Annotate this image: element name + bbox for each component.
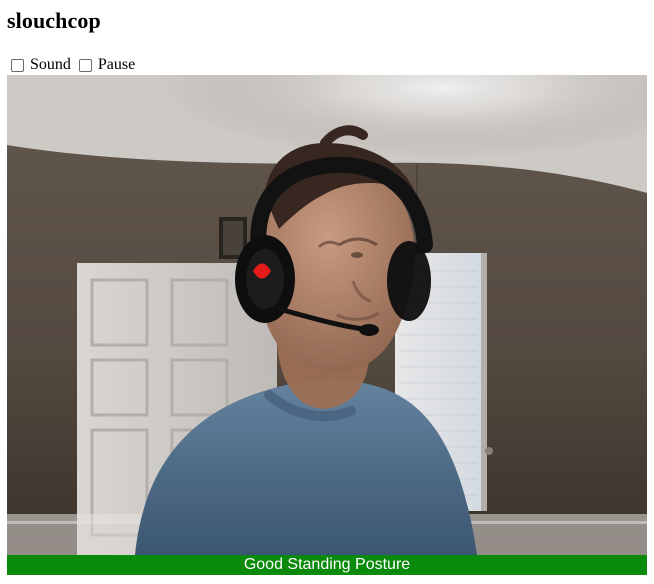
posture-status-text: Good Standing Posture (243, 556, 411, 573)
posture-status-bar: Good Standing Posture (7, 555, 647, 575)
pause-label: Pause (97, 56, 136, 73)
webcam-feed-image (7, 75, 647, 555)
controls-row: Sound Pause (10, 56, 142, 74)
sound-label: Sound (30, 56, 71, 73)
webcam-video (7, 75, 647, 555)
pause-checkbox[interactable] (78, 58, 92, 72)
sound-checkbox[interactable] (11, 58, 24, 72)
page-title: slouchcop (7, 8, 101, 33)
